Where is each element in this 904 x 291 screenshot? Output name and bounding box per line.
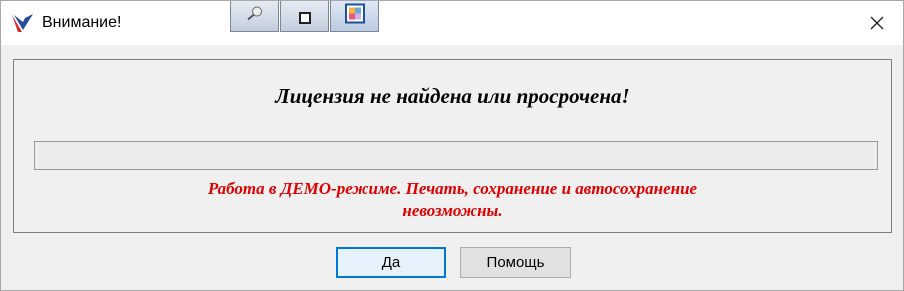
stop-button[interactable]	[280, 1, 329, 32]
message-panel: Лицензия не найдена или просрочена! Рабо…	[13, 59, 892, 233]
window-title: Внимание!	[42, 14, 122, 31]
license-headline: Лицензия не найдена или просрочена!	[275, 84, 630, 108]
pin-icon	[246, 6, 264, 27]
stop-icon	[298, 11, 311, 29]
image-icon	[344, 3, 365, 29]
image-button[interactable]	[330, 1, 379, 32]
demo-warning-line-1: Работа в ДЕМО-режиме. Печать, сохранение…	[207, 179, 698, 198]
help-button[interactable]: Помощь	[460, 247, 571, 278]
title-bar[interactable]: Внимание!	[1, 1, 903, 45]
close-icon	[870, 16, 884, 30]
demo-warning: Работа в ДЕМО-режиме. Печать, сохранение…	[14, 178, 891, 222]
progress-bar	[34, 141, 878, 170]
pin-button[interactable]	[230, 1, 279, 32]
dialog-window: Внимание! Лицензия не найдена или просро…	[0, 0, 904, 291]
close-button[interactable]	[863, 9, 891, 37]
app-logo-icon	[11, 13, 35, 33]
ok-button[interactable]: Да	[336, 247, 446, 278]
demo-warning-line-2: невозможны.	[402, 201, 503, 220]
